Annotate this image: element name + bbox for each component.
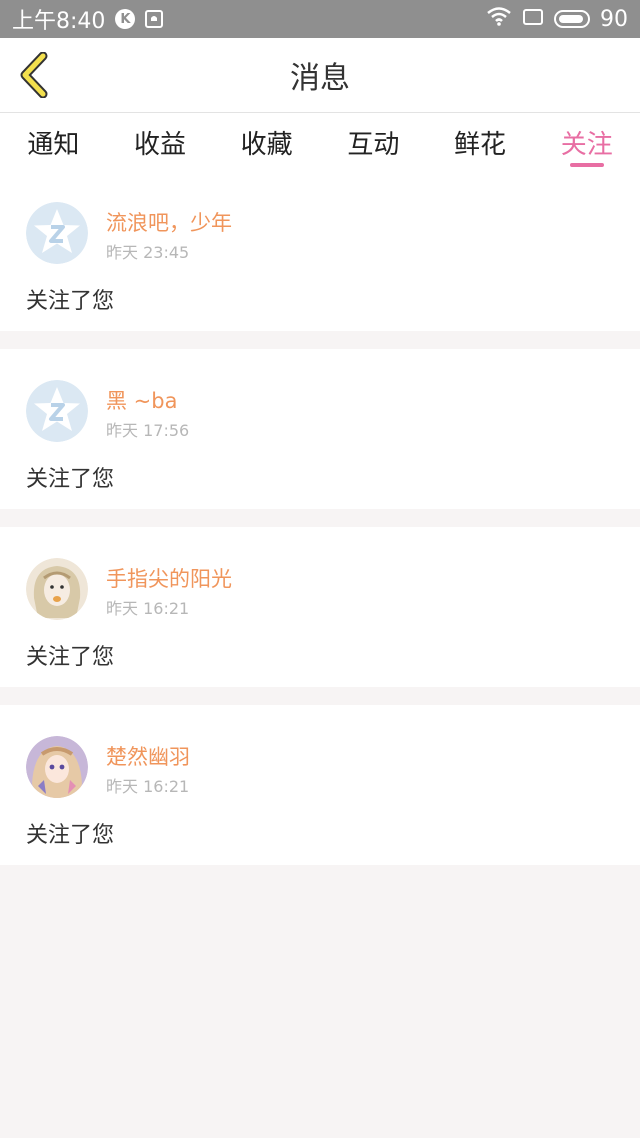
username[interactable]: 流浪吧，少年	[106, 207, 232, 237]
message-text: 关注了您	[26, 467, 115, 492]
battery-icon	[554, 10, 590, 28]
user-photo-avatar-icon	[26, 558, 88, 620]
qq-default-avatar-icon	[26, 202, 88, 264]
message-text: 关注了您	[26, 823, 115, 848]
status-bar: 上午8:40 K 90	[0, 0, 640, 38]
list-item[interactable]: 楚然幽羽 昨天 16:21 关注了您	[0, 705, 640, 865]
tab-interactions[interactable]: 互动	[320, 113, 427, 171]
status-bar-right: 90	[486, 6, 628, 32]
avatar[interactable]	[26, 736, 88, 798]
tab-earnings[interactable]: 收益	[107, 113, 214, 171]
message-text: 关注了您	[26, 645, 115, 670]
screen-rotate-icon	[522, 7, 544, 32]
list-item[interactable]: 手指尖的阳光 昨天 16:21 关注了您	[0, 527, 640, 687]
username[interactable]: 手指尖的阳光	[106, 563, 232, 593]
back-button[interactable]	[14, 52, 54, 98]
timestamp: 昨天 17:56	[106, 421, 190, 440]
avatar[interactable]	[26, 380, 88, 442]
username[interactable]: 黑 ~ba	[106, 385, 177, 415]
timestamp: 昨天 16:21	[106, 777, 190, 796]
message-list: 流浪吧，少年 昨天 23:45 关注了您 黑 ~ba 昨天 17:56 关注了您	[0, 171, 640, 883]
header-bar: 消息	[0, 38, 640, 113]
avatar[interactable]	[26, 558, 88, 620]
battery-level: 90	[600, 6, 628, 32]
anime-avatar-icon	[26, 736, 88, 798]
avatar[interactable]	[26, 202, 88, 264]
k-badge-icon: K	[115, 9, 136, 29]
qq-default-avatar-icon	[26, 380, 88, 442]
timestamp: 昨天 16:21	[106, 599, 190, 618]
list-item[interactable]: 流浪吧，少年 昨天 23:45 关注了您	[0, 171, 640, 331]
status-bar-left: 上午8:40 K	[12, 3, 164, 35]
tab-bar: 通知 收益 收藏 互动 鲜花 关注	[0, 113, 640, 171]
username[interactable]: 楚然幽羽	[106, 741, 190, 771]
tab-favorites[interactable]: 收藏	[213, 113, 320, 171]
status-time: 上午8:40	[12, 9, 106, 34]
tab-flowers[interactable]: 鲜花	[427, 113, 534, 171]
page-title: 消息	[290, 61, 350, 96]
wifi-icon	[486, 6, 512, 32]
tab-following[interactable]: 关注	[533, 113, 640, 171]
message-text: 关注了您	[26, 289, 115, 314]
back-arrow-icon	[20, 52, 48, 98]
notification-bell-icon	[145, 10, 164, 28]
list-item[interactable]: 黑 ~ba 昨天 17:56 关注了您	[0, 349, 640, 509]
tab-notifications[interactable]: 通知	[0, 113, 107, 171]
timestamp: 昨天 23:45	[106, 243, 190, 262]
